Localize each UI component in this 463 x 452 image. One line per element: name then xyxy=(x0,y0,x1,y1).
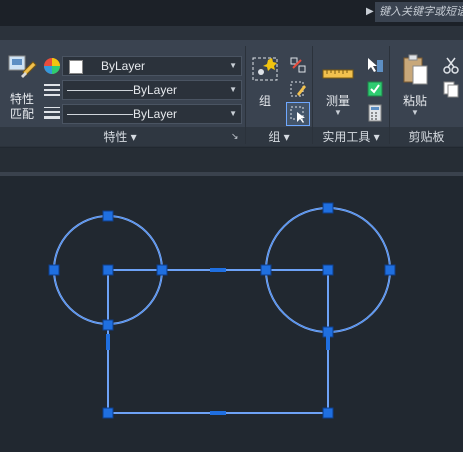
match-properties-icon xyxy=(8,55,37,78)
paste-label: 粘贴 xyxy=(402,94,427,108)
match-label-line1: 特性 xyxy=(9,92,34,106)
grip[interactable] xyxy=(102,210,114,222)
utilities-panel-label[interactable]: 实用工具 ▾ xyxy=(313,128,389,146)
grip[interactable] xyxy=(102,319,114,331)
lineweight-preview xyxy=(67,114,133,115)
midpoint-grip[interactable] xyxy=(210,268,226,272)
clipboard-panel-label[interactable]: 剪贴板 xyxy=(390,128,463,146)
file-tab-bar xyxy=(0,148,463,172)
match-label-line2: 匹配 xyxy=(9,107,34,121)
chevron-down-icon: ▼ xyxy=(229,85,237,94)
grip[interactable] xyxy=(102,407,114,419)
midpoint-grip[interactable] xyxy=(326,334,330,350)
measure-label: 测量 xyxy=(325,94,350,108)
color-value: ByLayer xyxy=(101,59,146,73)
ruler-icon xyxy=(322,69,354,79)
lineweight-dropdown[interactable]: ByLayer ▼ xyxy=(62,104,242,124)
search-expand-icon[interactable]: ▶ xyxy=(366,6,374,17)
grip[interactable] xyxy=(260,264,272,276)
chevron-down-icon: ▼ xyxy=(229,109,237,118)
grip[interactable] xyxy=(322,264,334,276)
group-panel-label[interactable]: 组 ▾ xyxy=(246,128,312,146)
group-icon xyxy=(252,57,278,81)
clipboard-icon xyxy=(403,54,428,85)
chevron-down-icon: ▼ xyxy=(229,61,237,70)
color-wheel-icon[interactable] xyxy=(43,57,61,75)
search-input[interactable]: 键入关键字或短语 xyxy=(375,2,463,22)
grip[interactable] xyxy=(48,264,60,276)
drawing-area[interactable] xyxy=(0,176,463,452)
grip[interactable] xyxy=(322,202,334,214)
ungroup-icon[interactable] xyxy=(289,56,307,74)
properties-panel-label[interactable]: 特性 ▾ xyxy=(60,128,180,146)
drawing-canvas[interactable] xyxy=(0,176,463,452)
chevron-down-icon: ▼ xyxy=(411,108,419,117)
linetype-dropdown[interactable]: ByLayer ▼ xyxy=(62,80,242,100)
midpoint-grip[interactable] xyxy=(106,334,110,350)
lineweight-value: ByLayer xyxy=(133,107,178,121)
quick-select-icon[interactable] xyxy=(366,56,384,74)
group-edit-icon[interactable] xyxy=(289,80,307,98)
copy-icon[interactable] xyxy=(442,80,460,98)
grip[interactable] xyxy=(322,407,334,419)
group-label: 组 xyxy=(258,94,271,108)
color-swatch xyxy=(69,60,83,74)
cut-icon[interactable] xyxy=(442,56,460,74)
midpoint-grip[interactable] xyxy=(210,411,226,415)
grip[interactable] xyxy=(384,264,396,276)
grip[interactable] xyxy=(102,264,114,276)
color-dropdown[interactable]: ByLayer ▼ xyxy=(62,56,242,76)
measure-button[interactable]: 测量 ▼ xyxy=(318,54,358,124)
group-selection-toggle[interactable] xyxy=(286,102,310,126)
grip[interactable] xyxy=(156,264,168,276)
match-properties-button[interactable]: 特性 匹配 xyxy=(6,54,38,126)
rectangle[interactable] xyxy=(107,269,329,414)
title-bar: ▶ 键入关键字或短语 xyxy=(0,0,463,26)
selection-cursor-icon xyxy=(290,106,305,123)
linetype-preview xyxy=(67,90,133,91)
paste-button[interactable]: 粘贴 ▼ xyxy=(395,54,435,124)
lineweight-icon[interactable] xyxy=(43,106,61,120)
linetype-icon[interactable] xyxy=(43,83,61,97)
linetype-value: ByLayer xyxy=(133,83,178,97)
group-button[interactable]: 组 xyxy=(249,54,281,114)
ribbon-tab-strip xyxy=(0,26,463,40)
chevron-down-icon: ▼ xyxy=(334,108,342,117)
calculator-icon[interactable] xyxy=(366,104,384,122)
select-all-icon[interactable] xyxy=(366,80,384,98)
dialog-launcher-icon[interactable]: ↘ xyxy=(231,131,239,142)
